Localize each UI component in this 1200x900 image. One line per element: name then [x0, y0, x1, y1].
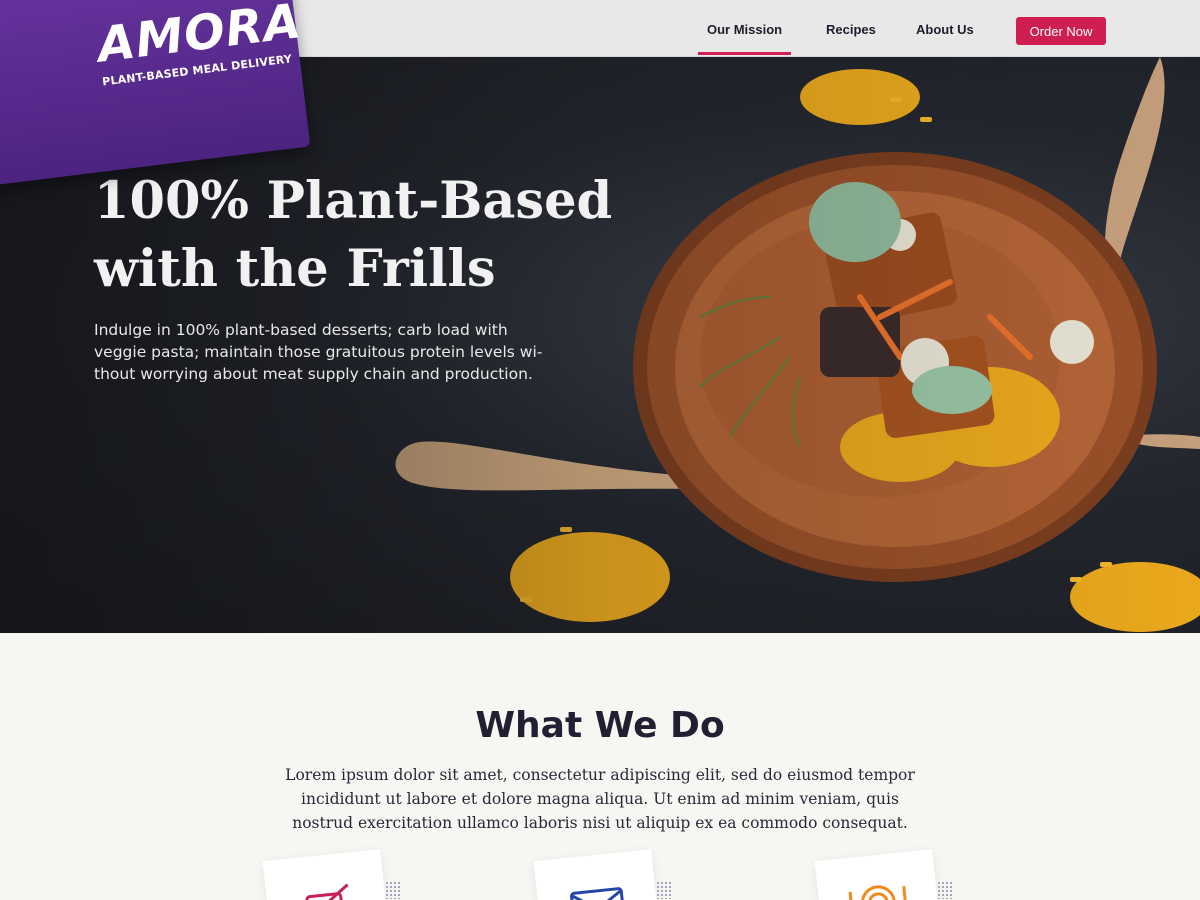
- nav-about-us[interactable]: About Us: [916, 22, 974, 37]
- nav-recipes[interactable]: Recipes: [826, 22, 876, 37]
- nav-our-mission[interactable]: Our Mission: [697, 22, 792, 55]
- hero-title-line2: with the Frills: [94, 239, 496, 299]
- order-now-button[interactable]: Order Now: [1016, 17, 1106, 45]
- envelope-icon: [570, 887, 625, 900]
- checklist-icon: [305, 883, 349, 900]
- service-card-3[interactable]: [814, 849, 940, 900]
- decor-dots: [937, 881, 953, 899]
- section-body: Lorem ipsum dolor sit amet, consectetur …: [285, 766, 915, 832]
- hero-title-line1: 100% Plant-Based: [94, 171, 613, 231]
- section-title: What We Do: [475, 705, 725, 746]
- decor-dots: [385, 881, 401, 899]
- hero-title: 100% Plant-Based with the Frills: [94, 167, 654, 303]
- service-card-1[interactable]: [262, 849, 388, 900]
- decor-dots: [656, 881, 672, 899]
- service-card-2[interactable]: [533, 849, 659, 900]
- plate-icon: [848, 885, 908, 900]
- what-we-do-section: What We Do Lorem ipsum dolor sit amet, c…: [0, 633, 1200, 900]
- hero-subtitle: Indulge in 100% plant-based desserts; ca…: [94, 321, 543, 383]
